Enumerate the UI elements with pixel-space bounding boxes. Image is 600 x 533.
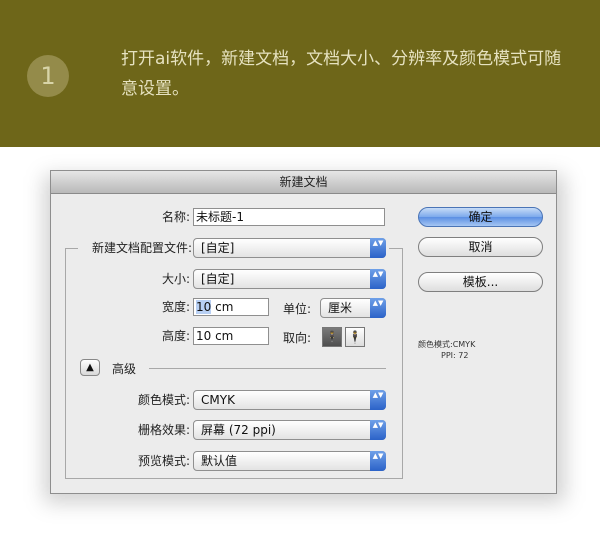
width-label: 宽度: xyxy=(161,300,190,314)
height-input[interactable]: 10 cm xyxy=(193,327,269,345)
select-arrows-icon: ▲▼ xyxy=(370,269,386,289)
select-arrows-icon: ▲▼ xyxy=(370,390,386,410)
landscape-orientation-icon[interactable]: 🕴 xyxy=(345,327,365,347)
advanced-divider xyxy=(149,368,386,369)
height-label: 高度: xyxy=(161,329,190,343)
ok-button[interactable]: 确定 xyxy=(418,207,543,227)
advanced-disclosure-triangle-icon[interactable]: ▲ xyxy=(80,359,100,376)
instruction-text: 打开ai软件，新建文档，文档大小、分辨率及颜色模式可随意设置。 xyxy=(121,49,562,99)
raster-effects-value: 屏幕 (72 ppi) xyxy=(201,423,276,437)
instruction-banner: 1 打开ai软件，新建文档，文档大小、分辨率及颜色模式可随意设置。 xyxy=(0,0,600,147)
dialog-titlebar[interactable]: 新建文档 xyxy=(51,171,556,194)
info-ppi: PPI: 72 xyxy=(441,351,469,360)
select-arrows-icon: ▲▼ xyxy=(370,451,386,471)
raster-effects-select[interactable]: 屏幕 (72 ppi) ▲▼ xyxy=(193,420,386,440)
color-mode-label: 颜色模式: xyxy=(137,393,190,407)
dialog-title: 新建文档 xyxy=(279,175,328,189)
portrait-orientation-icon[interactable]: 🕴 xyxy=(322,327,342,347)
size-label: 大小: xyxy=(161,272,190,286)
name-input[interactable]: 未标题-1 xyxy=(193,208,385,226)
select-arrows-icon: ▲▼ xyxy=(370,298,386,318)
select-arrows-icon: ▲▼ xyxy=(370,238,386,258)
profile-select-value: [自定] xyxy=(201,241,235,255)
preview-mode-value: 默认值 xyxy=(201,454,238,468)
cancel-button[interactable]: 取消 xyxy=(418,237,543,257)
width-value-unit: cm xyxy=(211,300,234,314)
group-frame-top-left xyxy=(65,248,79,249)
group-frame-top-right xyxy=(389,248,402,249)
name-label: 名称: xyxy=(161,210,190,224)
info-color-mode: 颜色模式:CMYK xyxy=(418,340,476,349)
preview-mode-select[interactable]: 默认值 ▲▼ xyxy=(193,451,386,471)
profile-select[interactable]: [自定] ▲▼ xyxy=(193,238,386,258)
width-value-number: 10 xyxy=(196,300,212,314)
color-mode-value: CMYK xyxy=(201,393,235,407)
step-number-badge: 1 xyxy=(27,55,69,97)
raster-effects-label: 栅格效果: xyxy=(137,423,190,437)
units-select[interactable]: 厘米 ▲▼ xyxy=(320,298,386,318)
profile-label: 新建文档配置文件: xyxy=(78,239,194,257)
size-select[interactable]: [自定] ▲▼ xyxy=(193,269,386,289)
preview-mode-label: 预览模式: xyxy=(137,454,190,468)
color-mode-select[interactable]: CMYK ▲▼ xyxy=(193,390,386,410)
units-select-value: 厘米 xyxy=(328,301,353,315)
advanced-label: 高级 xyxy=(112,362,137,376)
select-arrows-icon: ▲▼ xyxy=(370,420,386,440)
width-input[interactable]: 10 cm xyxy=(193,298,269,316)
size-select-value: [自定] xyxy=(201,272,235,286)
units-label: 单位: xyxy=(282,302,311,316)
templates-button[interactable]: 模板... xyxy=(418,272,543,292)
orientation-label: 取向: xyxy=(282,331,311,345)
